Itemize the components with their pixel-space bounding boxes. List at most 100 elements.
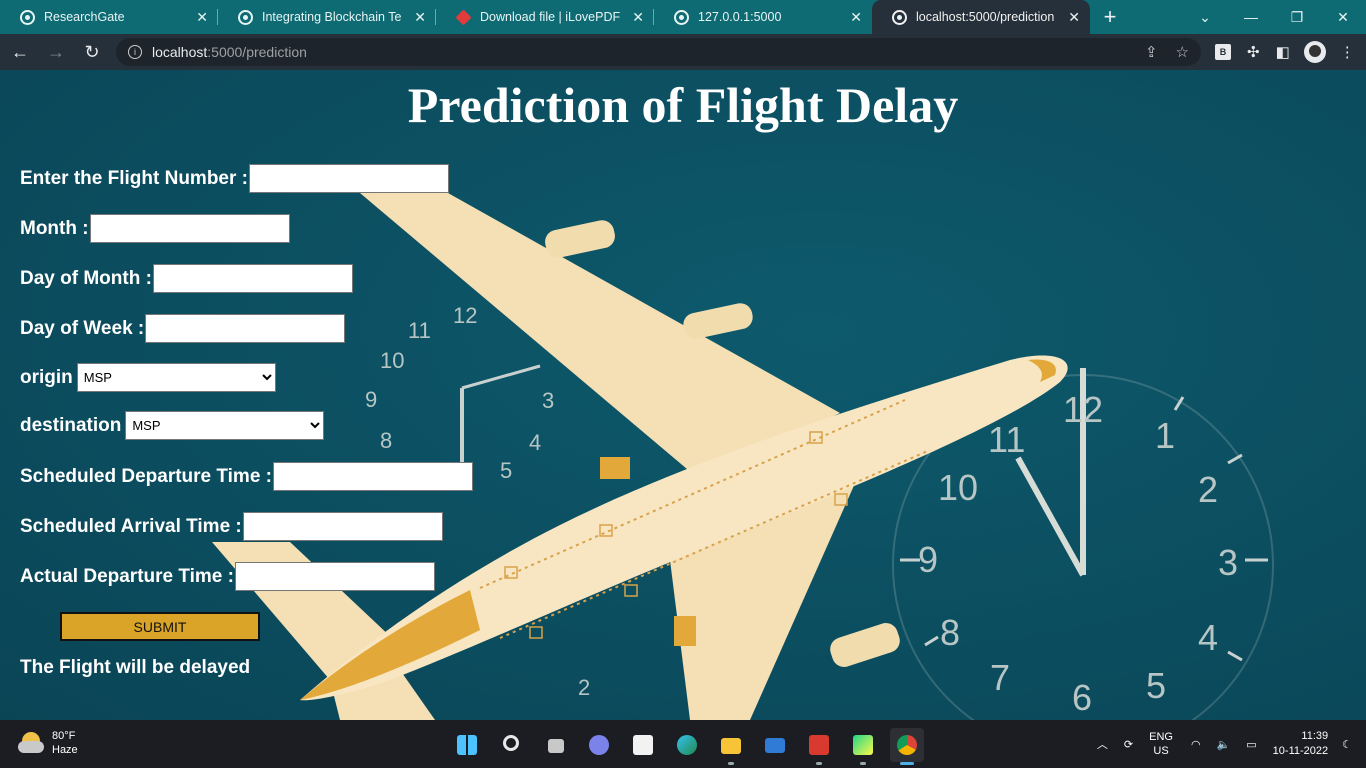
microsoft-store-icon[interactable] (626, 728, 660, 762)
search-icon[interactable] (494, 728, 528, 762)
windows-start-icon[interactable] (450, 728, 484, 762)
svg-text:4: 4 (1198, 617, 1218, 658)
clock-time: 11:39 (1301, 730, 1329, 742)
side-panel-icon[interactable]: ◧ (1276, 43, 1290, 61)
svg-text:1: 1 (1155, 415, 1175, 456)
prediction-result: The Flight will be delayed (20, 657, 251, 678)
tab-integrating-blockchain[interactable]: Integrating Blockchain Techn ✕ (218, 0, 436, 34)
language-indicator[interactable]: ENG US (1149, 730, 1173, 758)
forward-button[interactable]: → (40, 36, 72, 68)
svg-text:5: 5 (500, 458, 512, 483)
month-label: Month : (20, 217, 89, 239)
running-indicator (860, 762, 866, 765)
svg-text:3: 3 (542, 388, 554, 413)
close-icon[interactable]: ✕ (1068, 9, 1080, 26)
svg-text:8: 8 (940, 612, 960, 653)
svg-text:10: 10 (938, 467, 978, 508)
actual-departure-label: Actual Departure Time : (20, 565, 234, 587)
task-view-icon[interactable] (538, 728, 572, 762)
scheduled-arrival-row: Scheduled Arrival Time : (20, 512, 443, 541)
lang-top: ENG (1149, 731, 1173, 743)
close-icon[interactable]: ✕ (632, 9, 644, 26)
globe-icon (892, 9, 907, 25)
flight-number-input[interactable] (249, 164, 449, 193)
battery-icon[interactable]: ▭ (1246, 738, 1256, 751)
svg-text:11: 11 (988, 419, 1025, 460)
tab-title: localhost:5000/prediction (916, 10, 1055, 24)
svg-text:4: 4 (529, 430, 541, 455)
reload-button[interactable]: ↻ (76, 36, 108, 68)
close-icon[interactable]: ✕ (196, 9, 208, 26)
teams-chat-icon[interactable] (582, 728, 616, 762)
system-tray: ︿ ⟳ ENG US ◠ 🔈 ▭ 11:39 10-11-2022 ☾ (1097, 720, 1366, 768)
mail-icon[interactable] (758, 728, 792, 762)
address-bar[interactable]: i localhost:5000/prediction ⇪ ☆ (116, 38, 1201, 66)
globe-icon (20, 9, 35, 25)
edge-browser-icon[interactable] (670, 728, 704, 762)
submit-button[interactable]: SUBMIT (60, 612, 260, 641)
profile-avatar[interactable] (1303, 41, 1326, 63)
ilovepdf-heart-icon (455, 9, 472, 25)
tab-search-icon[interactable]: ⌄ (1182, 0, 1228, 34)
sync-icon[interactable]: ⟳ (1124, 738, 1133, 751)
weather-haze-icon (18, 732, 44, 754)
tab-title: ResearchGate (44, 10, 125, 24)
taskbar-apps (450, 728, 924, 765)
month-row: Month : (20, 214, 290, 243)
chrome-icon[interactable] (890, 728, 924, 765)
weather-widget[interactable]: 80°F Haze (18, 729, 78, 757)
extensions-puzzle-icon[interactable]: ✣ (1247, 43, 1260, 61)
scheduled-arrival-input[interactable] (242, 512, 443, 541)
new-tab-button[interactable]: + (1090, 0, 1130, 34)
url-host: localhost (152, 44, 208, 60)
tab-title: 127.0.0.1:5000 (698, 10, 782, 24)
focus-moon-icon[interactable]: ☾ (1342, 738, 1352, 751)
lang-bottom: US (1153, 745, 1169, 757)
svg-text:3: 3 (1218, 542, 1238, 583)
svg-text:9: 9 (918, 539, 938, 580)
weather-desc: Haze (52, 744, 78, 756)
close-icon[interactable]: ✕ (850, 9, 862, 26)
windows-taskbar: 80°F Haze ︿ ⟳ ENG US ◠ 🔈 ▭ 11:39 10-11-2… (0, 720, 1366, 768)
month-input[interactable] (89, 214, 290, 243)
wifi-icon[interactable]: ◠ (1191, 738, 1201, 751)
day-of-month-row: Day of Month : (20, 264, 353, 293)
chevron-up-icon[interactable]: ︿ (1097, 736, 1108, 752)
tab-researchgate[interactable]: ResearchGate ✕ (0, 0, 218, 34)
destination-select[interactable]: MSP (125, 411, 325, 440)
system-clock[interactable]: 11:39 10-11-2022 (1273, 729, 1328, 759)
tab-local-server[interactable]: 127.0.0.1:5000 ✕ (654, 0, 872, 34)
tab-prediction[interactable]: localhost:5000/prediction ✕ (872, 0, 1090, 34)
back-button[interactable]: ← (4, 36, 36, 68)
file-explorer-icon[interactable] (714, 728, 748, 765)
svg-text:8: 8 (380, 428, 392, 453)
menu-kebab-icon[interactable]: ⋮ (1340, 43, 1355, 61)
extension-icon[interactable]: B (1215, 44, 1231, 60)
wps-office-icon[interactable] (802, 728, 836, 765)
origin-label: origin (20, 366, 73, 388)
page-title: Prediction of Flight Delay (407, 77, 959, 133)
destination-row: destination MSP (20, 411, 325, 440)
restore-button[interactable]: ❐ (1274, 0, 1320, 34)
tab-ilovepdf[interactable]: Download file | iLovePDF ✕ (436, 0, 654, 34)
scheduled-departure-label: Scheduled Departure Time : (20, 465, 272, 487)
day-of-week-row: Day of Week : (20, 314, 346, 343)
day-of-week-input[interactable] (145, 314, 346, 343)
actual-departure-input[interactable] (234, 562, 435, 591)
svg-text:2: 2 (1198, 469, 1218, 510)
pycharm-icon[interactable] (846, 728, 880, 765)
close-window-button[interactable]: ✕ (1320, 0, 1366, 34)
clock-date: 10-11-2022 (1272, 745, 1329, 757)
share-icon[interactable]: ⇪ (1145, 43, 1158, 61)
tab-title: Download file | iLovePDF (480, 10, 620, 24)
browser-toolbar: ← → ↻ i localhost:5000/prediction ⇪ ☆ B … (0, 34, 1366, 70)
volume-icon[interactable]: 🔈 (1217, 738, 1231, 751)
minimize-button[interactable]: — (1228, 0, 1274, 34)
close-icon[interactable]: ✕ (414, 9, 426, 26)
bookmark-star-icon[interactable]: ☆ (1176, 43, 1189, 61)
site-info-icon[interactable]: i (128, 45, 142, 59)
running-indicator (900, 762, 914, 765)
scheduled-departure-input[interactable] (273, 462, 473, 491)
day-of-month-input[interactable] (152, 264, 353, 293)
origin-select[interactable]: MSP (76, 363, 276, 392)
